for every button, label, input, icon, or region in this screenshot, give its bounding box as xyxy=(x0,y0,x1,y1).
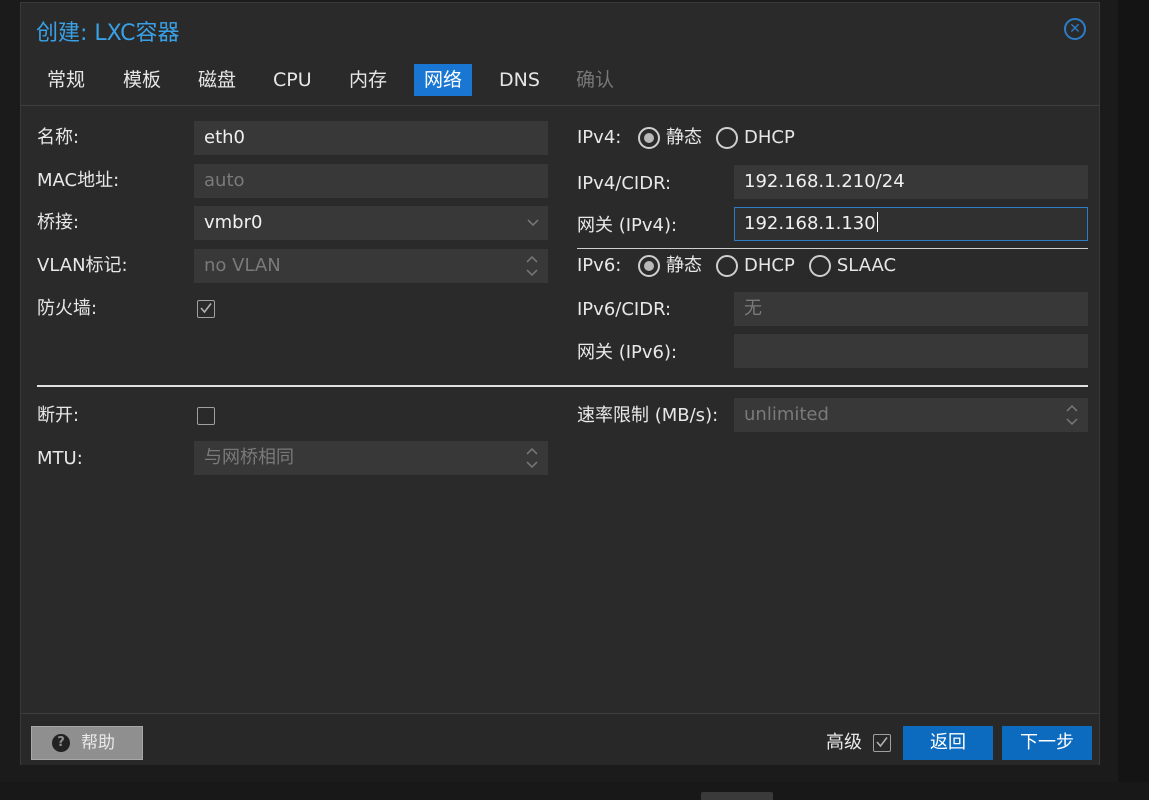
tab-general[interactable]: 常规 xyxy=(37,64,95,96)
rate-limit-label: 速率限制 (MB/s): xyxy=(577,405,719,426)
collapsed-panel-handle[interactable] xyxy=(701,792,773,800)
mtu-input[interactable]: 与网桥相同 xyxy=(194,441,548,475)
name-label: 名称: xyxy=(37,127,80,148)
help-button[interactable]: ? 帮助 xyxy=(31,726,143,760)
ipv6-dhcp-label: DHCP xyxy=(744,255,795,276)
ipv6-cidr-label: IPv6/CIDR: xyxy=(577,299,672,320)
ipv4-static-radio[interactable] xyxy=(638,127,660,149)
ipv4-dhcp-radio[interactable] xyxy=(716,127,738,149)
ipv4-static-label: 静态 xyxy=(666,127,702,148)
ipv6-mode-radio-group: 静态 DHCP SLAAC xyxy=(638,249,910,283)
close-icon[interactable]: ✕ xyxy=(1064,18,1086,40)
spinner-icon[interactable] xyxy=(526,254,538,278)
ipv6-dhcp-radio[interactable] xyxy=(716,255,738,277)
dialog-title: 创建: LXC容器 xyxy=(36,21,180,46)
firewall-checkbox[interactable] xyxy=(197,300,215,318)
help-button-label: 帮助 xyxy=(81,733,115,753)
tab-network[interactable]: 网络 xyxy=(414,64,473,96)
question-circle-icon: ? xyxy=(52,734,70,752)
ipv6-static-radio[interactable] xyxy=(638,255,660,277)
ipv4-cidr-label: IPv4/CIDR: xyxy=(577,173,672,194)
disconnect-checkbox[interactable] xyxy=(197,407,215,425)
background-strip-bottom xyxy=(0,782,1149,800)
gateway-ipv6-label: 网关 (IPv6): xyxy=(577,342,678,363)
next-button[interactable]: 下一步 xyxy=(1002,726,1092,760)
gateway-ipv4-value: 192.168.1.130 xyxy=(744,213,876,234)
ipv6-slaac-radio[interactable] xyxy=(808,255,831,277)
mtu-label: MTU: xyxy=(37,448,83,469)
ipv4-label: IPv4: xyxy=(577,127,622,148)
tab-disks[interactable]: 磁盘 xyxy=(188,64,246,96)
back-button[interactable]: 返回 xyxy=(903,726,993,760)
spinner-icon[interactable] xyxy=(526,446,538,470)
bridge-select[interactable]: vmbr0 xyxy=(194,206,548,240)
ipv4-dhcp-label: DHCP xyxy=(744,127,795,148)
disconnect-label: 断开: xyxy=(37,405,80,426)
tab-confirm: 确认 xyxy=(576,69,615,91)
gateway-ipv6-input[interactable] xyxy=(734,334,1088,368)
ipv4-mode-radio-group: 静态 DHCP xyxy=(638,121,809,155)
ipv6-slaac-label: SLAAC xyxy=(836,255,897,276)
firewall-label: 防火墙: xyxy=(37,298,98,319)
mac-input[interactable]: auto xyxy=(194,164,548,198)
ipv6-cidr-input[interactable]: 无 xyxy=(734,292,1088,326)
tab-cpu[interactable]: CPU xyxy=(263,64,322,96)
ipv6-static-label: 静态 xyxy=(666,255,702,276)
tab-template[interactable]: 模板 xyxy=(113,64,171,96)
tab-divider xyxy=(21,105,1099,106)
chevron-down-icon[interactable] xyxy=(526,206,540,240)
ipv4-cidr-input[interactable]: 192.168.1.210/24 xyxy=(734,165,1088,199)
bridge-value: vmbr0 xyxy=(204,212,263,233)
tab-memory[interactable]: 内存 xyxy=(339,64,397,96)
advanced-label: 高级 xyxy=(826,732,862,753)
spinner-icon[interactable] xyxy=(1066,403,1078,427)
vlan-placeholder: no VLAN xyxy=(204,255,281,276)
rate-limit-input[interactable]: unlimited xyxy=(734,398,1088,432)
vlan-input[interactable]: no VLAN xyxy=(194,249,548,283)
ipv6-label: IPv6: xyxy=(577,255,622,276)
vlan-label: VLAN标记: xyxy=(37,255,128,276)
tab-dns[interactable]: DNS xyxy=(489,64,550,96)
advanced-checkbox[interactable] xyxy=(873,734,891,752)
background-strip-right xyxy=(1118,0,1149,800)
bridge-label: 桥接: xyxy=(37,212,80,233)
mtu-placeholder: 与网桥相同 xyxy=(204,447,294,468)
name-input[interactable]: eth0 xyxy=(194,121,548,155)
text-cursor xyxy=(876,212,878,232)
dialog-footer: ? 帮助 高级 返回 下一步 xyxy=(21,713,1099,765)
create-lxc-dialog: 创建: LXC容器 ✕ 常规 模板 磁盘 CPU 内存 网络 DNS 确认 名称… xyxy=(20,2,1100,765)
rate-limit-placeholder: unlimited xyxy=(744,404,829,425)
mac-label: MAC地址: xyxy=(37,170,120,191)
gateway-ipv4-label: 网关 (IPv4): xyxy=(577,215,678,236)
gateway-ipv4-input[interactable]: 192.168.1.130 xyxy=(734,207,1088,241)
advanced-separator xyxy=(37,385,1088,387)
